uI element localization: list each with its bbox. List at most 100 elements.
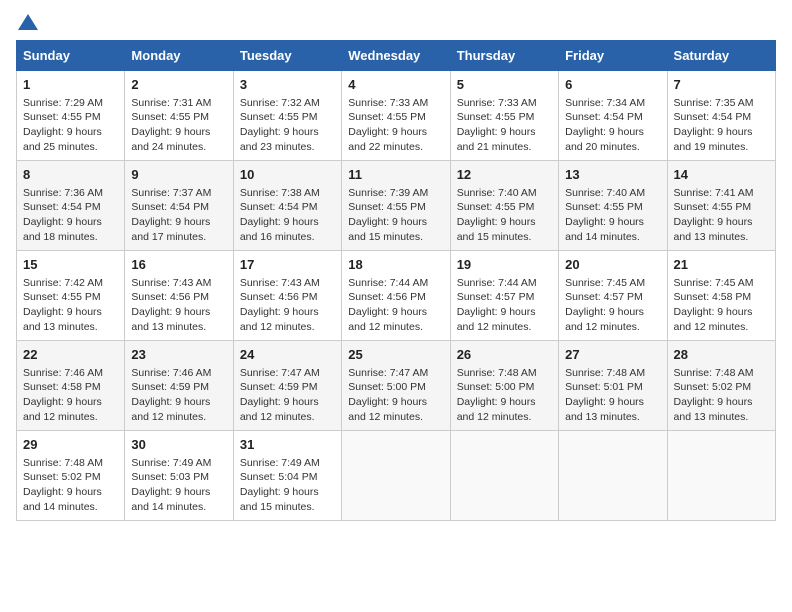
sunset: Sunset: 5:00 PM: [457, 381, 535, 393]
sunrise: Sunrise: 7:37 AM: [131, 187, 211, 199]
day-number: 23: [131, 346, 226, 364]
daylight: Daylight: 9 hours and 12 minutes.: [457, 396, 536, 423]
sunset: Sunset: 5:04 PM: [240, 471, 318, 483]
daylight: Daylight: 9 hours and 14 minutes.: [131, 486, 210, 513]
sunset: Sunset: 4:55 PM: [23, 291, 101, 303]
sunrise: Sunrise: 7:49 AM: [240, 457, 320, 469]
sunrise: Sunrise: 7:47 AM: [348, 367, 428, 379]
sunrise: Sunrise: 7:48 AM: [457, 367, 537, 379]
sunrise: Sunrise: 7:44 AM: [457, 277, 537, 289]
daylight: Daylight: 9 hours and 20 minutes.: [565, 126, 644, 153]
sunset: Sunset: 4:59 PM: [240, 381, 318, 393]
day-number: 15: [23, 256, 118, 274]
day-number: 21: [674, 256, 769, 274]
day-number: 25: [348, 346, 443, 364]
sunset: Sunset: 4:59 PM: [131, 381, 209, 393]
daylight: Daylight: 9 hours and 21 minutes.: [457, 126, 536, 153]
day-number: 17: [240, 256, 335, 274]
day-cell: 26Sunrise: 7:48 AMSunset: 5:00 PMDayligh…: [450, 341, 558, 431]
col-header-friday: Friday: [559, 41, 667, 71]
week-row-5: 29Sunrise: 7:48 AMSunset: 5:02 PMDayligh…: [17, 431, 776, 521]
daylight: Daylight: 9 hours and 13 minutes.: [674, 396, 753, 423]
day-number: 10: [240, 166, 335, 184]
day-number: 9: [131, 166, 226, 184]
logo: [16, 16, 38, 28]
daylight: Daylight: 9 hours and 12 minutes.: [348, 396, 427, 423]
day-cell: 18Sunrise: 7:44 AMSunset: 4:56 PMDayligh…: [342, 251, 450, 341]
daylight: Daylight: 9 hours and 15 minutes.: [348, 216, 427, 243]
day-number: 12: [457, 166, 552, 184]
day-cell: 29Sunrise: 7:48 AMSunset: 5:02 PMDayligh…: [17, 431, 125, 521]
day-cell: [667, 431, 775, 521]
sunrise: Sunrise: 7:43 AM: [131, 277, 211, 289]
sunset: Sunset: 4:54 PM: [23, 201, 101, 213]
sunset: Sunset: 5:02 PM: [674, 381, 752, 393]
sunset: Sunset: 4:54 PM: [565, 111, 643, 123]
sunset: Sunset: 5:00 PM: [348, 381, 426, 393]
daylight: Daylight: 9 hours and 15 minutes.: [240, 486, 319, 513]
day-cell: 6Sunrise: 7:34 AMSunset: 4:54 PMDaylight…: [559, 71, 667, 161]
sunset: Sunset: 4:55 PM: [457, 111, 535, 123]
sunrise: Sunrise: 7:39 AM: [348, 187, 428, 199]
sunset: Sunset: 4:54 PM: [674, 111, 752, 123]
daylight: Daylight: 9 hours and 12 minutes.: [348, 306, 427, 333]
day-cell: [559, 431, 667, 521]
sunset: Sunset: 4:55 PM: [131, 111, 209, 123]
sunrise: Sunrise: 7:34 AM: [565, 97, 645, 109]
sunrise: Sunrise: 7:48 AM: [674, 367, 754, 379]
week-row-1: 1Sunrise: 7:29 AMSunset: 4:55 PMDaylight…: [17, 71, 776, 161]
sunrise: Sunrise: 7:29 AM: [23, 97, 103, 109]
header: [16, 16, 776, 28]
day-cell: 25 Sunrise: 7:47 AM Sunset: 5:00 PM Dayligh…: [342, 341, 450, 431]
day-number: 4: [348, 76, 443, 94]
day-cell: 28Sunrise: 7:48 AMSunset: 5:02 PMDayligh…: [667, 341, 775, 431]
daylight: Daylight: 9 hours and 25 minutes.: [23, 126, 102, 153]
daylight: Daylight: 9 hours and 14 minutes.: [565, 216, 644, 243]
day-cell: 21Sunrise: 7:45 AMSunset: 4:58 PMDayligh…: [667, 251, 775, 341]
day-number: 29: [23, 436, 118, 454]
day-cell: 23Sunrise: 7:46 AMSunset: 4:59 PMDayligh…: [125, 341, 233, 431]
daylight: Daylight: 9 hours and 13 minutes.: [131, 306, 210, 333]
sunset: Sunset: 4:56 PM: [348, 291, 426, 303]
sunrise: Sunrise: 7:45 AM: [565, 277, 645, 289]
sunset: Sunset: 5:03 PM: [131, 471, 209, 483]
daylight: Daylight: 9 hours and 24 minutes.: [131, 126, 210, 153]
day-number: 11: [348, 166, 443, 184]
sunset: Sunset: 5:01 PM: [565, 381, 643, 393]
sunset: Sunset: 4:54 PM: [240, 201, 318, 213]
day-number: 3: [240, 76, 335, 94]
day-number: 31: [240, 436, 335, 454]
daylight: Daylight: 9 hours and 14 minutes.: [23, 486, 102, 513]
sunset: Sunset: 5:02 PM: [23, 471, 101, 483]
day-cell: 5Sunrise: 7:33 AMSunset: 4:55 PMDaylight…: [450, 71, 558, 161]
sunrise: Sunrise: 7:38 AM: [240, 187, 320, 199]
day-cell: 20Sunrise: 7:45 AMSunset: 4:57 PMDayligh…: [559, 251, 667, 341]
sunrise: Sunrise: 7:36 AM: [23, 187, 103, 199]
day-number: 8: [23, 166, 118, 184]
sunrise: Sunrise: 7:33 AM: [348, 97, 428, 109]
daylight: Daylight: 9 hours and 18 minutes.: [23, 216, 102, 243]
day-number: 13: [565, 166, 660, 184]
daylight: Daylight: 9 hours and 17 minutes.: [131, 216, 210, 243]
day-cell: 2Sunrise: 7:31 AMSunset: 4:55 PMDaylight…: [125, 71, 233, 161]
sunset: Sunset: 4:55 PM: [674, 201, 752, 213]
day-cell: 24Sunrise: 7:47 AMSunset: 4:59 PMDayligh…: [233, 341, 341, 431]
sunrise: Sunrise: 7:49 AM: [131, 457, 211, 469]
sunset: Sunset: 4:56 PM: [240, 291, 318, 303]
sunrise: Sunrise: 7:46 AM: [131, 367, 211, 379]
day-number: 16: [131, 256, 226, 274]
sunrise: Sunrise: 7:41 AM: [674, 187, 754, 199]
sunrise: Sunrise: 7:32 AM: [240, 97, 320, 109]
sunrise: Sunrise: 7:33 AM: [457, 97, 537, 109]
col-header-monday: Monday: [125, 41, 233, 71]
sunset: Sunset: 4:54 PM: [131, 201, 209, 213]
day-cell: 7Sunrise: 7:35 AMSunset: 4:54 PMDaylight…: [667, 71, 775, 161]
day-number: 20: [565, 256, 660, 274]
day-number: 14: [674, 166, 769, 184]
sunrise: Sunrise: 7:44 AM: [348, 277, 428, 289]
col-header-tuesday: Tuesday: [233, 41, 341, 71]
sunrise: Sunrise: 7:45 AM: [674, 277, 754, 289]
day-cell: [450, 431, 558, 521]
day-number: 27: [565, 346, 660, 364]
week-row-3: 15Sunrise: 7:42 AMSunset: 4:55 PMDayligh…: [17, 251, 776, 341]
